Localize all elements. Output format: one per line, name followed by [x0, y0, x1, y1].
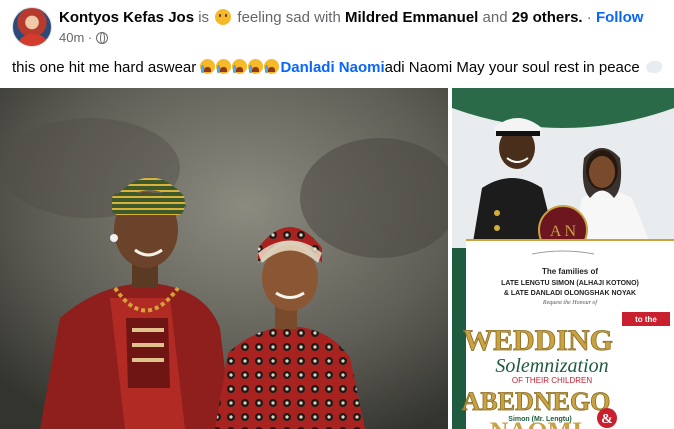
- post-author-line: Kontyos Kefas Jos is feeling sad with Mi…: [59, 9, 643, 27]
- invitation-illustration: A N The families of LATE LENGTU SIMON (A…: [452, 88, 674, 429]
- crying-emoji-icon: [248, 59, 264, 74]
- family-one: LATE LENGTU SIMON (ALHAJI KOTONO): [501, 280, 639, 287]
- meta-dot: ·: [87, 30, 93, 45]
- follow-dot: ·: [586, 9, 592, 26]
- families-line: The families of: [542, 267, 598, 276]
- bride-name-partial: NAOMI: [490, 417, 582, 429]
- crying-emoji-icon: [216, 59, 232, 74]
- crying-emoji-icon: [264, 59, 280, 74]
- period: .: [578, 9, 583, 26]
- is-word: is: [198, 9, 210, 26]
- caption-start: this one hit me hard aswear: [12, 59, 197, 76]
- crying-emoji-icon: [200, 59, 216, 74]
- groom-name: ABEDNEGO: [462, 387, 611, 416]
- feeling-text: feeling sad with: [237, 9, 341, 26]
- dove-icon: [645, 61, 662, 73]
- couple-photo-illustration: [0, 88, 448, 429]
- wedding-invitation[interactable]: A N The families of LATE LENGTU SIMON (A…: [452, 88, 674, 429]
- solemnization-text: Solemnization: [495, 355, 608, 377]
- wedding-title: WEDDING: [463, 324, 613, 357]
- tagged-friend[interactable]: Mildred Emmanuel: [345, 9, 478, 26]
- post-caption: this one hit me hard aswear Danladi Naom…: [12, 58, 662, 78]
- author-avatar[interactable]: [12, 7, 52, 47]
- to-the-label: to the: [635, 315, 657, 324]
- post-meta: 40m ·: [59, 30, 108, 46]
- couple-photo[interactable]: [0, 88, 448, 429]
- post-time[interactable]: 40m: [59, 30, 84, 45]
- request-line: Request the Honour of: [542, 299, 598, 306]
- globe-icon[interactable]: [95, 32, 108, 44]
- follow-button[interactable]: Follow: [596, 9, 644, 26]
- sad-emoji-icon: [215, 9, 232, 25]
- post-header: Kontyos Kefas Jos is feeling sad with Mi…: [0, 0, 674, 52]
- mention-link[interactable]: Danladi Naomi: [280, 59, 384, 76]
- children-line: OF THEIR CHILDREN: [512, 376, 593, 385]
- caption-end: adi Naomi May your soul rest in peace: [384, 59, 640, 76]
- monogram-text: A N: [550, 223, 577, 240]
- family-two: & LATE DANLADI OLONGSHAK NOYAK: [504, 290, 636, 297]
- ampersand: &: [601, 412, 613, 427]
- others-link[interactable]: 29 others: [512, 9, 579, 26]
- crying-emoji-icon: [232, 59, 248, 74]
- and-word: and: [482, 9, 508, 26]
- author-name[interactable]: Kontyos Kefas Jos: [59, 9, 194, 26]
